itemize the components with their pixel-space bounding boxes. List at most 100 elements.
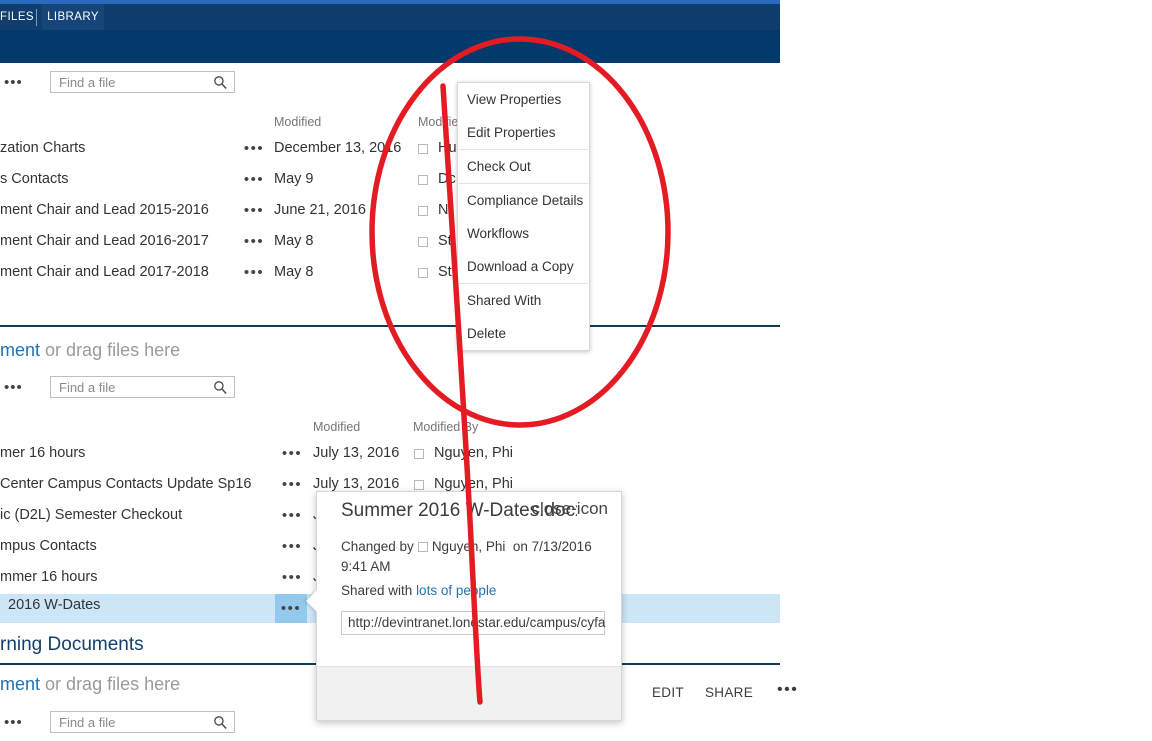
edit-button[interactable]: EDIT: [652, 685, 684, 700]
file-modified: May 8: [274, 233, 314, 249]
file-name[interactable]: ic (D2L) Semester Checkout: [0, 507, 182, 523]
new-document-prompt-3: ment or drag files here: [0, 674, 180, 695]
table-row[interactable]: ment Chair and Lead 2015-2016 ••• June 2…: [0, 198, 780, 229]
menu-item-download-a-copy[interactable]: Download a Copy: [458, 250, 589, 283]
new-document-prompt-2: ment or drag files here: [0, 340, 180, 361]
file-name[interactable]: s Contacts: [0, 171, 69, 187]
row-menu-icon[interactable]: •••: [281, 446, 303, 463]
library-overflow-icon-1[interactable]: •••: [4, 75, 24, 93]
row-menu-icon[interactable]: •••: [243, 172, 265, 189]
library-overflow-icon-2[interactable]: •••: [4, 380, 24, 398]
toolbar-1: ••• Find a file: [0, 71, 780, 101]
row-checkbox[interactable]: [414, 449, 424, 459]
search-icon-1: [214, 76, 227, 90]
row-menu-icon[interactable]: •••: [243, 265, 265, 282]
drag-files-text-2: or drag files here: [45, 340, 181, 360]
new-document-link-3[interactable]: ment: [0, 674, 40, 694]
file-modified-by: Dc: [438, 171, 456, 187]
file-modified: May 8: [274, 264, 314, 280]
row-menu-icon[interactable]: •••: [275, 594, 307, 623]
search-placeholder-3: Find a file: [59, 715, 116, 730]
menu-item-shared-with[interactable]: Shared With: [458, 284, 589, 317]
file-name[interactable]: zation Charts: [0, 140, 85, 156]
share-button[interactable]: SHARE: [705, 685, 753, 700]
file-name[interactable]: ment Chair and Lead 2016-2017: [0, 233, 209, 249]
row-menu-icon[interactable]: •••: [281, 539, 303, 556]
menu-item-check-out[interactable]: Check Out: [458, 150, 589, 183]
file-modified-by: Hu: [438, 140, 457, 156]
row-menu-icon[interactable]: •••: [243, 203, 265, 220]
file-modified: June 21, 2016: [274, 202, 366, 218]
card-changed-by: Changed by Nguyen, Phi on 7/13/2016 9:41 …: [341, 537, 603, 577]
search-placeholder-2: Find a file: [59, 380, 116, 395]
card-action-bar: EDIT SHARE •••: [317, 666, 797, 720]
file-modified-by: St: [438, 233, 452, 249]
changed-by-user[interactable]: Nguyen, Phi: [432, 539, 506, 554]
table-row[interactable]: ment Chair and Lead 2016-2017 ••• May 8 …: [0, 229, 780, 260]
ribbon-tab-bar: FILES LIBRARY: [0, 4, 780, 30]
file-name[interactable]: mmer 16 hours: [0, 569, 98, 585]
row-checkbox[interactable]: [418, 268, 428, 278]
row-menu-icon[interactable]: •••: [281, 570, 303, 587]
search-input-2[interactable]: Find a file: [50, 376, 235, 398]
table-row[interactable]: mer 16 hours ••• July 13, 2016 Nguyen, P…: [0, 441, 780, 472]
file-modified-by: Nguyen, Phi: [434, 445, 513, 461]
menu-item-delete[interactable]: Delete: [458, 317, 589, 350]
row-checkbox[interactable]: [418, 144, 428, 154]
row-menu-icon[interactable]: •••: [281, 508, 303, 525]
column-header-modified-1: Modified: [274, 115, 322, 129]
presence-indicator-icon: [417, 542, 428, 553]
row-menu-icon[interactable]: •••: [281, 477, 303, 494]
file-name[interactable]: ment Chair and Lead 2017-2018: [0, 264, 209, 280]
row-checkbox[interactable]: [414, 480, 424, 490]
file-name[interactable]: mpus Contacts: [0, 538, 97, 554]
card-shared-with: Shared with lots of people: [341, 583, 496, 598]
file-name[interactable]: ment Chair and Lead 2015-2016: [0, 202, 209, 218]
column-header-modified-by-2: Modified By: [413, 420, 479, 434]
table-row[interactable]: ment Chair and Lead 2017-2018 ••• May 8 …: [0, 260, 780, 291]
card-more-icon[interactable]: •••: [777, 682, 798, 698]
search-input-3[interactable]: Find a file: [50, 711, 235, 733]
tab-files[interactable]: FILES: [0, 4, 34, 30]
card-title: Summer 2016 W-Dates.docx: [341, 500, 577, 521]
card-url-field[interactable]: http://devintranet.lonestar.edu/campus/c…: [341, 611, 605, 635]
column-header-modified-2: Modified: [313, 420, 361, 434]
row-checkbox[interactable]: [418, 206, 428, 216]
shared-with-label: Shared with: [341, 583, 413, 598]
row-menu-icon[interactable]: •••: [243, 234, 265, 251]
menu-item-compliance-details[interactable]: Compliance Details: [458, 184, 589, 217]
row-checkbox[interactable]: [418, 175, 428, 185]
table-row[interactable]: s Contacts ••• May 9 Dc: [0, 167, 780, 198]
list-title-3: rning Documents: [0, 634, 144, 655]
file-name[interactable]: mer 16 hours: [0, 445, 85, 461]
table-row[interactable]: zation Charts ••• December 13, 2016 Hu: [0, 136, 780, 167]
row-checkbox[interactable]: [418, 237, 428, 247]
search-icon-3: [214, 716, 227, 730]
search-input-1[interactable]: Find a file: [50, 71, 235, 93]
file-context-menu[interactable]: View Properties Edit Properties Check Ou…: [457, 82, 590, 351]
callout-arrow: [306, 590, 317, 612]
search-icon-2: [214, 381, 227, 395]
tab-library[interactable]: LIBRARY: [42, 4, 104, 30]
drag-files-text-3: or drag files here: [45, 674, 181, 694]
sharepoint-library-page: FILES LIBRARY ••• Find a file Modified M…: [0, 0, 1152, 739]
row-menu-icon[interactable]: •••: [243, 141, 265, 158]
file-name[interactable]: Center Campus Contacts Update Sp16: [0, 476, 251, 492]
new-document-link-2[interactable]: ment: [0, 340, 40, 360]
ribbon-body: [0, 30, 780, 63]
shared-with-link[interactable]: lots of people: [416, 583, 496, 598]
search-placeholder-1: Find a file: [59, 75, 116, 90]
library-overflow-icon-3[interactable]: •••: [4, 715, 24, 733]
card-url-value: http://devintranet.lonestar.edu/campus/c…: [348, 615, 606, 630]
file-modified: May 9: [274, 171, 314, 187]
file-modified-by: N: [438, 202, 449, 218]
tab-separator: [36, 9, 37, 26]
file-name[interactable]: 2016 W-Dates: [8, 597, 100, 613]
menu-item-edit-properties[interactable]: Edit Properties: [458, 116, 589, 149]
file-modified-by: Nguyen, Phi: [434, 476, 513, 492]
menu-item-view-properties[interactable]: View Properties: [458, 83, 589, 116]
file-modified: July 13, 2016: [313, 476, 400, 492]
changed-by-label: Changed by: [341, 539, 414, 554]
file-modified: December 13, 2016: [274, 140, 402, 156]
menu-item-workflows[interactable]: Workflows: [458, 217, 589, 250]
